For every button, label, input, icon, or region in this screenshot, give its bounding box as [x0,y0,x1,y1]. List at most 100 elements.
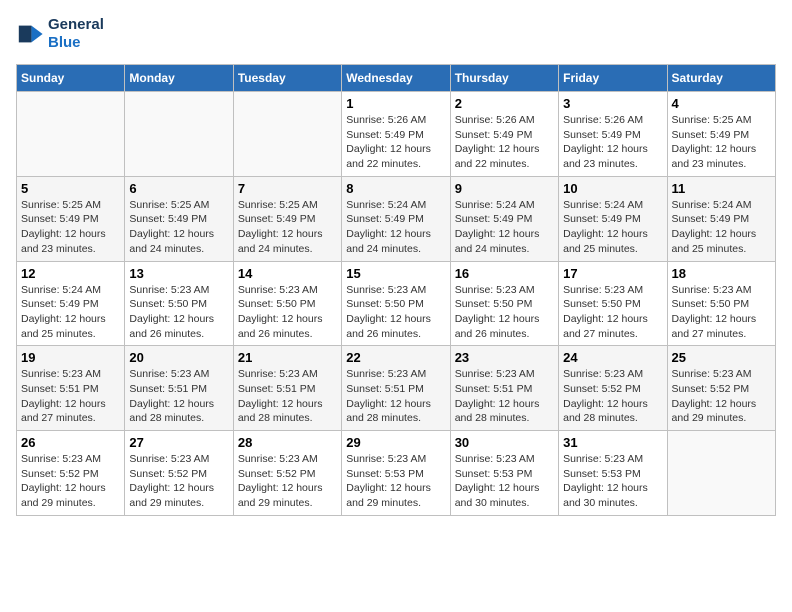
day-info: Sunrise: 5:23 AM Sunset: 5:52 PM Dayligh… [129,452,228,511]
logo: General Blue [16,16,104,52]
day-number: 29 [346,435,445,450]
day-number: 25 [672,350,771,365]
calendar-cell: 1Sunrise: 5:26 AM Sunset: 5:49 PM Daylig… [342,92,450,177]
day-number: 2 [455,96,554,111]
day-info: Sunrise: 5:25 AM Sunset: 5:49 PM Dayligh… [21,198,120,257]
day-info: Sunrise: 5:26 AM Sunset: 5:49 PM Dayligh… [455,113,554,172]
day-number: 14 [238,266,337,281]
day-info: Sunrise: 5:23 AM Sunset: 5:52 PM Dayligh… [238,452,337,511]
calendar-cell: 4 Sunrise: 5:25 AM Sunset: 5:49 PM Daylig… [667,92,775,177]
day-info: Sunrise: 5:23 AM Sunset: 5:53 PM Dayligh… [455,452,554,511]
calendar-header-tuesday: Tuesday [233,65,341,92]
day-info: Sunrise: 5:24 AM Sunset: 5:49 PM Dayligh… [672,198,771,257]
calendar-week-row: 26 Sunrise: 5:23 AM Sunset: 5:52 PM Dayli… [17,431,776,516]
day-info: Sunrise: 5:23 AM Sunset: 5:50 PM Dayligh… [672,283,771,342]
calendar-week-row: 1 Sunrise: 5:26 AM Sunset: 5:49 PM Daylig… [17,92,776,177]
day-info: Sunrise: 5:23 AM Sunset: 5:51 PM Dayligh… [455,367,554,426]
day-number: 5 [21,181,120,196]
day-info: Sunrise: 5:23 AM Sunset: 5:52 PM Dayligh… [21,452,120,511]
calendar-header-thursday: Thursday [450,65,558,92]
calendar-cell: 19 Sunrise: 5:23 AM Sunset: 5:51 PM Dayli… [17,346,125,431]
calendar-cell: 25 Sunrise: 5:23 AM Sunset: 5:52 PM Dayli… [667,346,775,431]
calendar-cell: 27 Sunrise: 5:23 AM Sunset: 5:52 PM Dayli… [125,431,233,516]
logo-line1: General [48,16,104,34]
day-number: 10 [563,181,662,196]
day-number: 31 [563,435,662,450]
calendar-cell: 31 Sunrise: 5:23 AM Sunset: 5:53 PM Dayli… [559,431,667,516]
day-info: Sunrise: 5:23 AM Sunset: 5:50 PM Dayligh… [455,283,554,342]
logo-icon [16,20,44,48]
day-info: Sunrise: 5:23 AM Sunset: 5:52 PM Dayligh… [672,367,771,426]
day-info: Sunrise: 5:25 AM Sunset: 5:49 PM Dayligh… [672,113,771,172]
day-number: 6 [129,181,228,196]
calendar-cell: 26 Sunrise: 5:23 AM Sunset: 5:52 PM Dayli… [17,431,125,516]
day-info: Sunrise: 5:23 AM Sunset: 5:51 PM Dayligh… [346,367,445,426]
calendar-cell: 8Sunrise: 5:24 AM Sunset: 5:49 PM Daylig… [342,176,450,261]
calendar-cell: 30 Sunrise: 5:23 AM Sunset: 5:53 PM Dayli… [450,431,558,516]
calendar-header-saturday: Saturday [667,65,775,92]
day-number: 22 [346,350,445,365]
day-number: 28 [238,435,337,450]
day-info: Sunrise: 5:23 AM Sunset: 5:52 PM Dayligh… [563,367,662,426]
day-number: 21 [238,350,337,365]
calendar-week-row: 12Sunrise: 5:24 AM Sunset: 5:49 PM Dayli… [17,261,776,346]
calendar-cell: 16 Sunrise: 5:23 AM Sunset: 5:50 PM Dayli… [450,261,558,346]
calendar-cell: 6Sunrise: 5:25 AM Sunset: 5:49 PM Daylig… [125,176,233,261]
calendar-header-wednesday: Wednesday [342,65,450,92]
calendar-cell: 24 Sunrise: 5:23 AM Sunset: 5:52 PM Dayli… [559,346,667,431]
day-number: 30 [455,435,554,450]
day-number: 1 [346,96,445,111]
day-info: Sunrise: 5:24 AM Sunset: 5:49 PM Dayligh… [21,283,120,342]
calendar-cell: 10 Sunrise: 5:24 AM Sunset: 5:49 PM Dayli… [559,176,667,261]
calendar-cell: 15 Sunrise: 5:23 AM Sunset: 5:50 PM Dayli… [342,261,450,346]
calendar-cell: 23 Sunrise: 5:23 AM Sunset: 5:51 PM Dayli… [450,346,558,431]
day-info: Sunrise: 5:23 AM Sunset: 5:50 PM Dayligh… [563,283,662,342]
calendar-cell: 12Sunrise: 5:24 AM Sunset: 5:49 PM Dayli… [17,261,125,346]
day-info: Sunrise: 5:23 AM Sunset: 5:50 PM Dayligh… [346,283,445,342]
calendar-cell: 18Sunrise: 5:23 AM Sunset: 5:50 PM Dayli… [667,261,775,346]
calendar-cell: 21 Sunrise: 5:23 AM Sunset: 5:51 PM Dayli… [233,346,341,431]
calendar-cell: 13Sunrise: 5:23 AM Sunset: 5:50 PM Dayli… [125,261,233,346]
calendar-cell: 11 Sunrise: 5:24 AM Sunset: 5:49 PM Dayli… [667,176,775,261]
day-info: Sunrise: 5:26 AM Sunset: 5:49 PM Dayligh… [563,113,662,172]
calendar-cell: 9Sunrise: 5:24 AM Sunset: 5:49 PM Daylig… [450,176,558,261]
day-number: 16 [455,266,554,281]
day-number: 23 [455,350,554,365]
day-info: Sunrise: 5:23 AM Sunset: 5:53 PM Dayligh… [563,452,662,511]
calendar-cell: 22 Sunrise: 5:23 AM Sunset: 5:51 PM Dayli… [342,346,450,431]
day-info: Sunrise: 5:23 AM Sunset: 5:50 PM Dayligh… [129,283,228,342]
calendar-cell [125,92,233,177]
day-number: 26 [21,435,120,450]
calendar-header-monday: Monday [125,65,233,92]
logo-line2: Blue [48,34,104,52]
calendar-week-row: 5 Sunrise: 5:25 AM Sunset: 5:49 PM Daylig… [17,176,776,261]
calendar-week-row: 19 Sunrise: 5:23 AM Sunset: 5:51 PM Dayli… [17,346,776,431]
day-info: Sunrise: 5:23 AM Sunset: 5:51 PM Dayligh… [21,367,120,426]
day-info: Sunrise: 5:24 AM Sunset: 5:49 PM Dayligh… [563,198,662,257]
calendar-cell: 29 Sunrise: 5:23 AM Sunset: 5:53 PM Dayli… [342,431,450,516]
day-number: 15 [346,266,445,281]
day-number: 27 [129,435,228,450]
calendar-header-row: SundayMondayTuesdayWednesdayThursdayFrid… [17,65,776,92]
day-number: 17 [563,266,662,281]
calendar-header-friday: Friday [559,65,667,92]
day-number: 19 [21,350,120,365]
day-info: Sunrise: 5:23 AM Sunset: 5:50 PM Dayligh… [238,283,337,342]
calendar-cell: 3 Sunrise: 5:26 AM Sunset: 5:49 PM Daylig… [559,92,667,177]
day-info: Sunrise: 5:24 AM Sunset: 5:49 PM Dayligh… [455,198,554,257]
day-number: 11 [672,181,771,196]
day-number: 4 [672,96,771,111]
calendar-cell: 17 Sunrise: 5:23 AM Sunset: 5:50 PM Dayli… [559,261,667,346]
calendar-cell: 5 Sunrise: 5:25 AM Sunset: 5:49 PM Daylig… [17,176,125,261]
day-info: Sunrise: 5:25 AM Sunset: 5:49 PM Dayligh… [238,198,337,257]
calendar-table: SundayMondayTuesdayWednesdayThursdayFrid… [16,64,776,516]
calendar-cell: 20Sunrise: 5:23 AM Sunset: 5:51 PM Dayli… [125,346,233,431]
day-number: 20 [129,350,228,365]
day-info: Sunrise: 5:23 AM Sunset: 5:51 PM Dayligh… [238,367,337,426]
calendar-cell [233,92,341,177]
day-number: 3 [563,96,662,111]
calendar-header-sunday: Sunday [17,65,125,92]
day-number: 24 [563,350,662,365]
day-number: 7 [238,181,337,196]
day-info: Sunrise: 5:23 AM Sunset: 5:53 PM Dayligh… [346,452,445,511]
